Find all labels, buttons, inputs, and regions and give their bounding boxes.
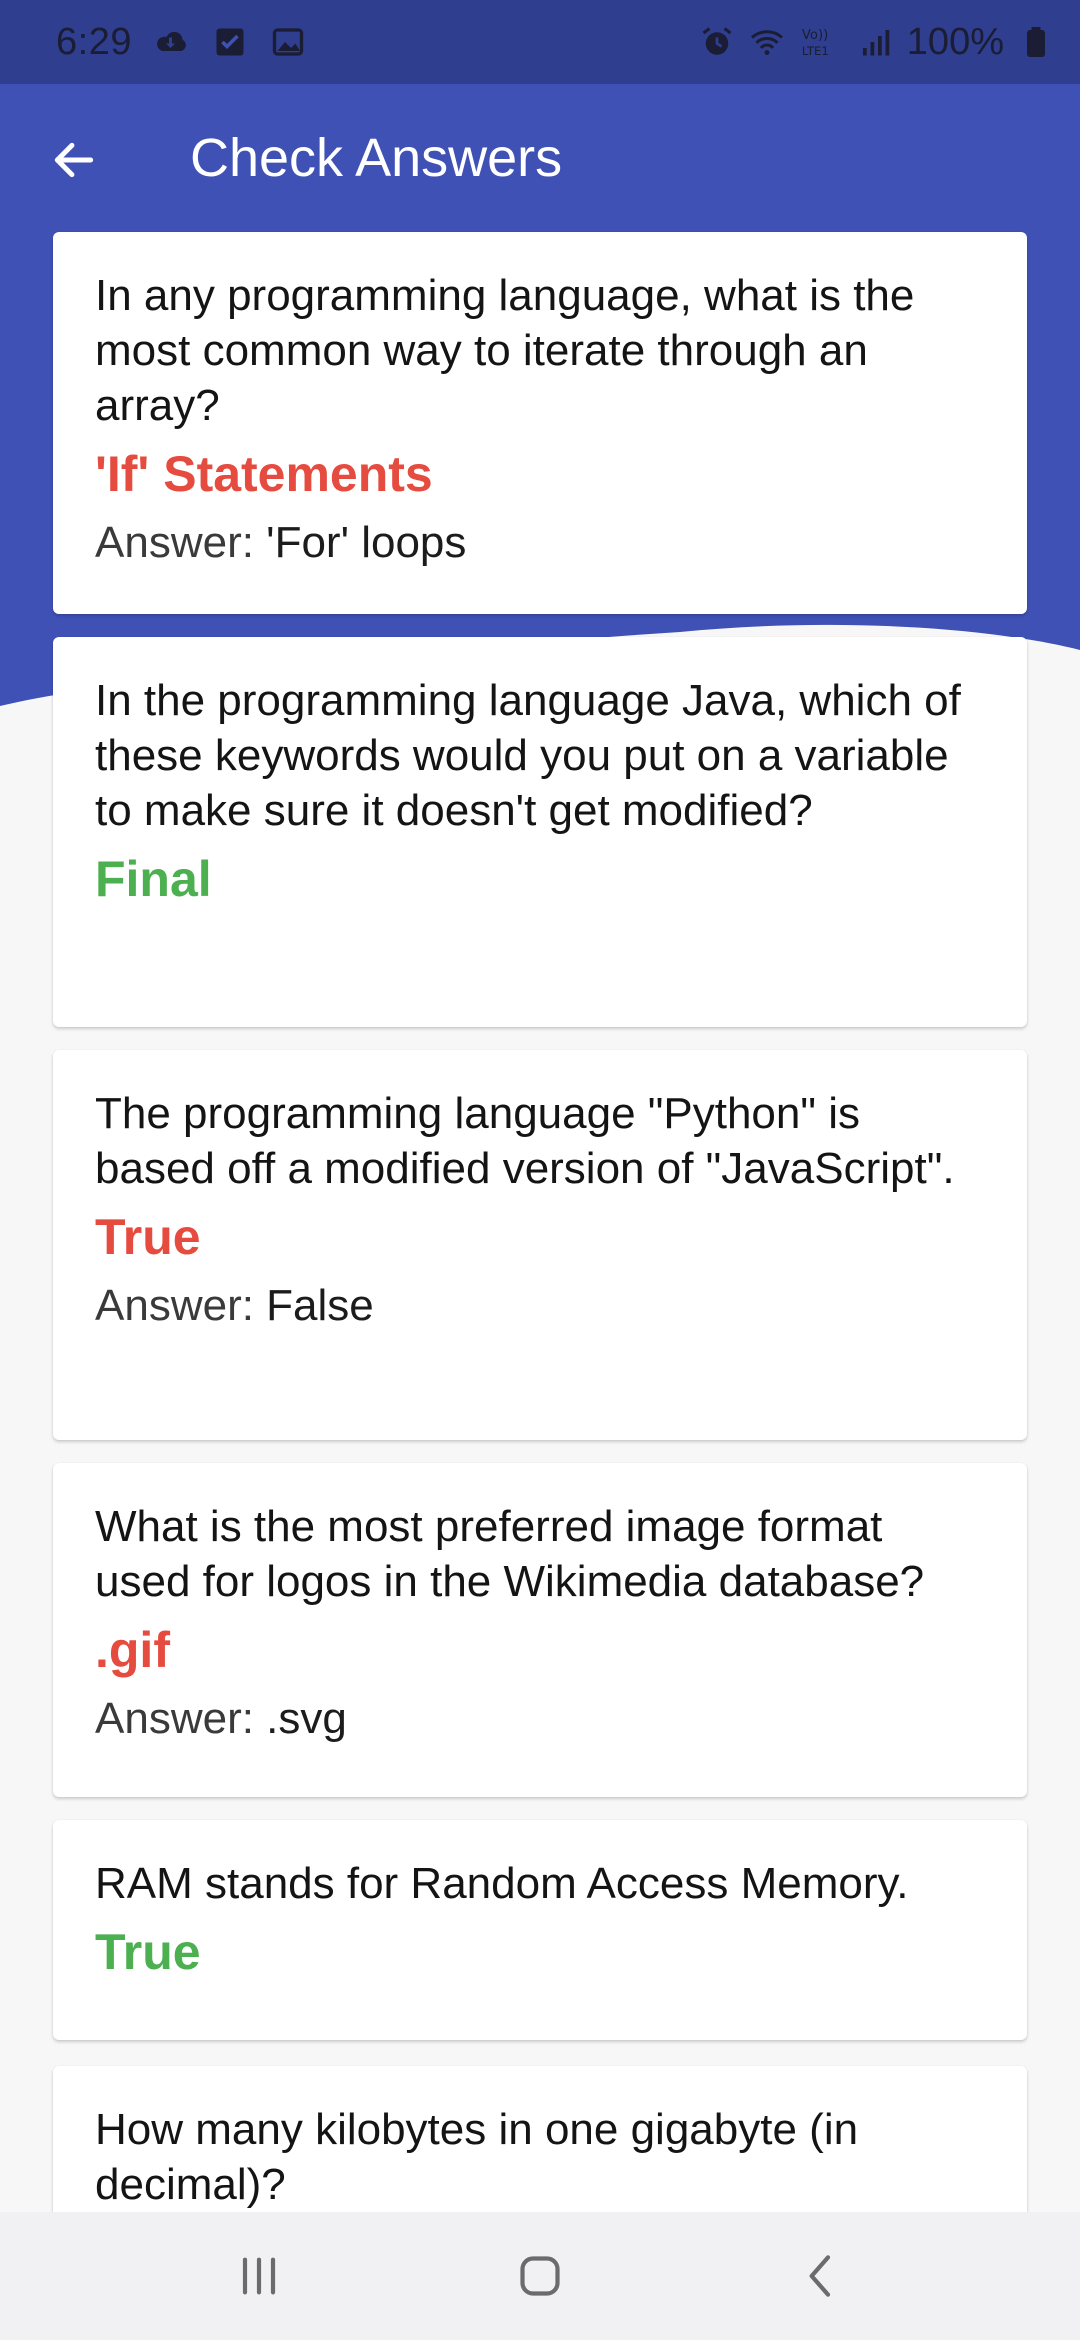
selected-answer-wrong: .gif <box>95 1622 170 1678</box>
page-title: Check Answers <box>190 128 563 188</box>
question-text: How many kilobytes in one gigabyte (in d… <box>95 2105 859 2209</box>
wifi-icon <box>749 24 785 60</box>
image-icon <box>270 24 306 60</box>
back-nav-button[interactable] <box>776 2236 866 2316</box>
question-text: The programming language "Python" is bas… <box>95 1089 955 1193</box>
selected-answer-wrong: True <box>95 1209 201 1265</box>
status-time: 6:29 <box>56 20 132 63</box>
question-text: What is the most preferred image format … <box>95 1502 925 1606</box>
battery-percent: 100% <box>906 20 1004 63</box>
answer-value: False <box>266 1281 374 1330</box>
system-nav-bar <box>0 2212 1080 2340</box>
volte-icon: Vo)) LTE1 <box>799 24 843 60</box>
home-icon <box>520 2256 560 2296</box>
answer-card[interactable]: In any programming language, what is the… <box>53 232 1027 614</box>
svg-text:Vo)): Vo)) <box>802 28 828 43</box>
correct-answer-row: Answer: 'For' loops <box>95 515 985 571</box>
alarm-icon <box>699 24 735 60</box>
status-left: 6:29 <box>56 0 306 84</box>
signal-icon <box>857 24 893 60</box>
recent-apps-button[interactable] <box>214 2236 304 2316</box>
battery-icon <box>1018 24 1054 60</box>
app-bar: Check Answers <box>0 84 1080 232</box>
cloud-icon <box>154 24 190 60</box>
home-button[interactable] <box>495 2236 585 2316</box>
status-right: Vo)) LTE1 100% <box>699 0 1054 84</box>
back-button[interactable] <box>38 124 110 196</box>
answer-card[interactable]: In the programming language Java, which … <box>53 637 1027 1027</box>
back-nav-icon <box>809 2255 831 2297</box>
checkbox-icon <box>212 24 248 60</box>
status-bar: 6:29 Vo)) LTE1 100% <box>0 0 1080 84</box>
svg-text:LTE1: LTE1 <box>802 44 829 58</box>
question-text: RAM stands for Random Access Memory. <box>95 1859 909 1908</box>
app-screen: 6:29 Vo)) LTE1 100% Check Answers In any… <box>0 0 1080 2340</box>
answer-card[interactable]: RAM stands for Random Access Memory. Tru… <box>53 1820 1027 2040</box>
answer-label: Answer: <box>95 518 267 567</box>
correct-answer-row: Answer: False <box>95 1278 985 1334</box>
answer-label: Answer: <box>95 1281 267 1330</box>
selected-answer-wrong: 'If' Statements <box>95 446 433 502</box>
answer-card[interactable]: The programming language "Python" is bas… <box>53 1050 1027 1440</box>
answer-value: 'For' loops <box>266 518 467 567</box>
arrow-back-icon <box>54 142 94 178</box>
question-text: In any programming language, what is the… <box>95 271 915 430</box>
answer-card[interactable]: What is the most preferred image format … <box>53 1463 1027 1797</box>
answer-label: Answer: <box>95 1694 267 1743</box>
question-text: In the programming language Java, which … <box>95 676 961 835</box>
answer-value: .svg <box>266 1694 347 1743</box>
recent-apps-icon <box>242 2257 276 2295</box>
selected-answer-correct: Final <box>95 851 212 907</box>
selected-answer-correct: True <box>95 1924 201 1980</box>
correct-answer-row: Answer: .svg <box>95 1691 985 1747</box>
